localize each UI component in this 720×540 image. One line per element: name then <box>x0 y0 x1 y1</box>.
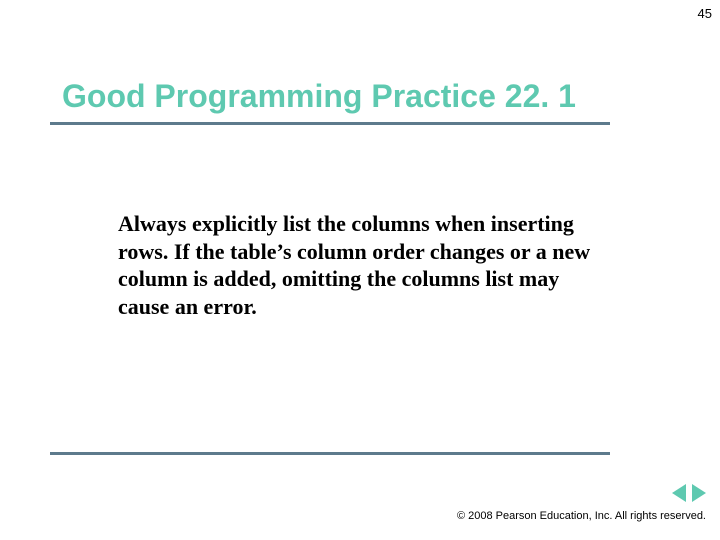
copyright-text: © 2008 Pearson Education, Inc. All right… <box>457 510 706 522</box>
prev-arrow-icon[interactable] <box>672 484 686 502</box>
next-arrow-icon[interactable] <box>692 484 706 502</box>
nav-arrows <box>672 484 706 502</box>
bottom-underline <box>50 452 610 455</box>
title-underline <box>50 122 610 125</box>
body-paragraph: Always explicitly list the columns when … <box>118 210 598 320</box>
slide-title: Good Programming Practice 22. 1 <box>62 78 576 115</box>
page-number: 45 <box>698 6 712 21</box>
